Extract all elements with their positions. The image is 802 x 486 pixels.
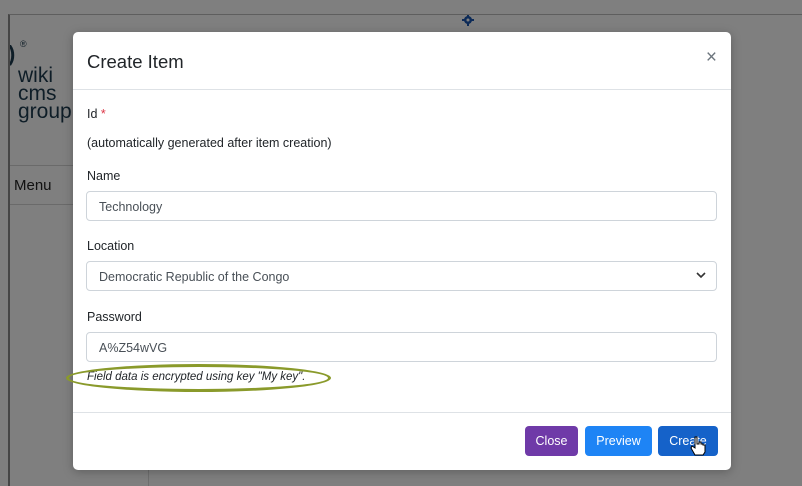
close-button[interactable]: Close <box>525 426 578 456</box>
password-input-value: A%Z54wVG <box>99 341 168 355</box>
chevron-down-icon <box>696 268 706 283</box>
name-label: Name <box>87 169 121 183</box>
password-input[interactable]: A%Z54wVG <box>86 332 717 362</box>
preview-button[interactable]: Preview <box>585 426 652 456</box>
close-icon[interactable]: × <box>706 47 717 69</box>
id-label: Id * <box>87 107 106 121</box>
modal-footer-divider <box>73 412 731 413</box>
id-label-text: Id <box>87 107 98 121</box>
password-label: Password <box>87 310 142 324</box>
location-label: Location <box>87 239 135 253</box>
required-mark: * <box>100 107 106 121</box>
name-input-value: Technology <box>99 200 163 214</box>
location-selected-value: Democratic Republic of the Congo <box>99 270 290 284</box>
id-hint: (automatically generated after item crea… <box>87 136 332 150</box>
create-item-dialog: Create Item × Id * (automatically genera… <box>66 32 731 470</box>
name-input[interactable]: Technology <box>86 191 717 221</box>
create-button[interactable]: Create <box>658 426 718 456</box>
modal-header: Create Item × <box>73 32 731 90</box>
highlight-ellipse <box>66 364 331 392</box>
modal-title: Create Item <box>87 51 184 72</box>
location-select[interactable]: Democratic Republic of the Congo <box>86 261 717 291</box>
hand-pointer-icon <box>690 436 706 462</box>
